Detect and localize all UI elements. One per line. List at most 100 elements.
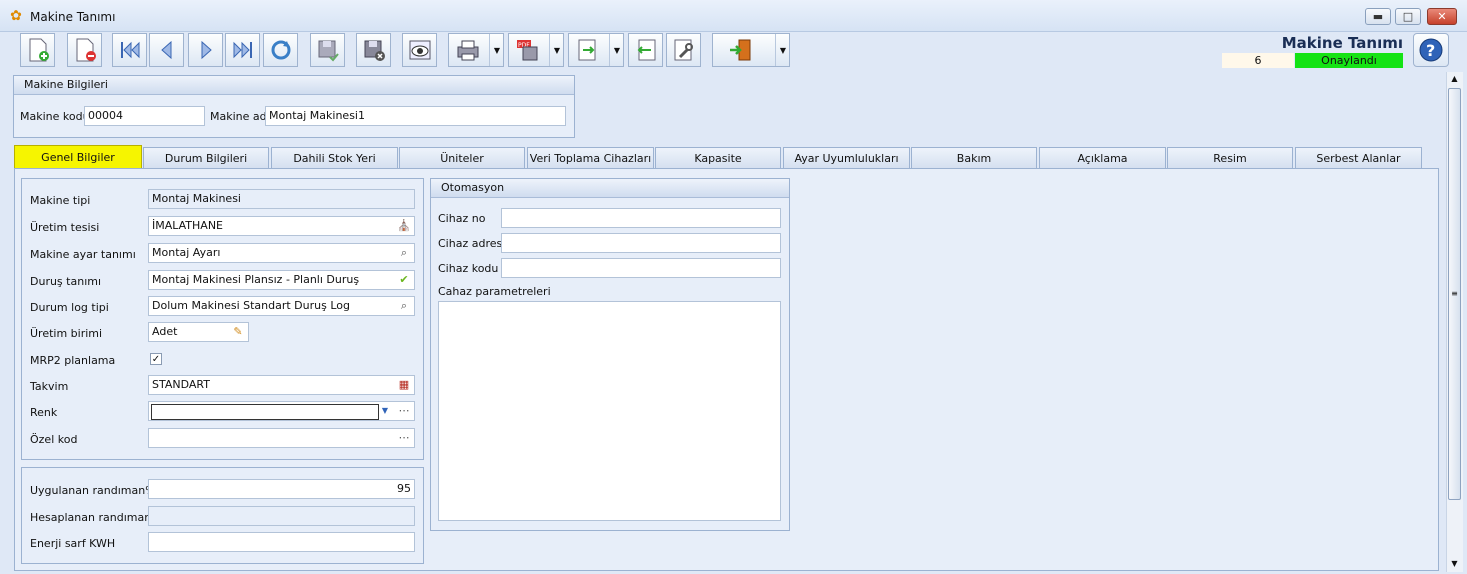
export-icon xyxy=(578,39,596,61)
cancel-changes-button[interactable] xyxy=(356,33,391,67)
check-icon[interactable]: ✔ xyxy=(397,273,411,287)
status-badge: Onaylandı xyxy=(1295,53,1403,68)
chevron-down-icon[interactable]: ▼ xyxy=(489,34,504,66)
device-address-field[interactable] xyxy=(501,233,781,253)
wrench-icon xyxy=(674,39,693,61)
tab-durum-bilgileri[interactable]: Durum Bilgileri xyxy=(143,147,269,168)
minimize-button[interactable]: ▬ xyxy=(1365,8,1391,25)
status-log-type-field[interactable]: Dolum Makinesi Standart Duruş Log ⌕ xyxy=(148,296,415,316)
energy-consumption-field[interactable] xyxy=(148,532,415,552)
color-field[interactable]: ▼ ⋯ xyxy=(148,401,415,421)
first-record-button[interactable] xyxy=(112,33,147,67)
exit-button[interactable]: ▼ xyxy=(712,33,790,67)
printer-icon xyxy=(457,40,479,61)
lookup-icon[interactable]: ⌕ xyxy=(397,299,411,313)
tab-uniteler[interactable]: Üniteler xyxy=(399,147,525,168)
machine-name-field[interactable]: Montaj Makinesi1 xyxy=(265,106,566,126)
factory-icon[interactable]: ⛪ xyxy=(397,219,411,233)
device-code-field[interactable] xyxy=(501,258,781,278)
import-icon xyxy=(637,39,655,61)
special-code-field[interactable]: ⋯ xyxy=(148,428,415,448)
automation-title: Otomasyon xyxy=(431,179,789,198)
device-params-textarea[interactable] xyxy=(438,301,781,521)
tab-aciklama[interactable]: Açıklama xyxy=(1039,147,1166,168)
pdf-icon: PDF xyxy=(517,40,538,61)
exit-door-icon xyxy=(730,39,751,61)
chevron-down-icon[interactable]: ▼ xyxy=(378,404,392,418)
status-log-type-label: Durum log tipi xyxy=(30,301,109,314)
close-button[interactable]: ✕ xyxy=(1427,8,1457,25)
preview-eye-icon xyxy=(409,40,430,60)
lookup-icon[interactable]: ⌕ xyxy=(397,246,411,260)
chevron-down-icon[interactable]: ▼ xyxy=(609,34,624,66)
color-label: Renk xyxy=(30,406,58,419)
applied-efficiency-label: Uygulanan randıman% xyxy=(30,484,156,497)
downtime-def-field[interactable]: Montaj Makinesi Plansız - Planlı Duruş ✔ xyxy=(148,270,415,290)
ellipsis-icon[interactable]: ⋯ xyxy=(397,404,411,418)
downtime-def-value: Montaj Makinesi Plansız - Planlı Duruş xyxy=(152,273,360,286)
ruler-icon[interactable]: ✎ xyxy=(231,325,245,339)
help-button[interactable]: ? xyxy=(1413,33,1449,67)
device-no-field[interactable] xyxy=(501,208,781,228)
tab-serbest-alanlar[interactable]: Serbest Alanlar xyxy=(1295,147,1422,168)
previous-record-button[interactable] xyxy=(149,33,184,67)
save-button[interactable] xyxy=(310,33,345,67)
machine-setup-field[interactable]: Montaj Ayarı ⌕ xyxy=(148,243,415,263)
calculated-efficiency-label: Hesaplanan randıman% xyxy=(30,511,162,524)
production-facility-label: Üretim tesisi xyxy=(30,221,100,234)
tab-bakim[interactable]: Bakım xyxy=(911,147,1037,168)
machine-code-field[interactable]: 00004 xyxy=(84,106,205,126)
next-record-button[interactable] xyxy=(188,33,223,67)
title-bar xyxy=(0,0,1467,32)
tab-genel-bilgiler[interactable]: Genel Bilgiler xyxy=(14,145,142,169)
import-button[interactable] xyxy=(628,33,663,67)
save-disk-icon xyxy=(318,40,339,62)
device-no-label: Cihaz no xyxy=(438,212,486,225)
first-icon xyxy=(120,41,139,59)
production-unit-field[interactable]: Adet ✎ xyxy=(148,322,249,342)
tools-button[interactable] xyxy=(666,33,701,67)
production-unit-value: Adet xyxy=(152,325,178,338)
chevron-down-icon[interactable]: ▼ xyxy=(549,34,564,66)
calendar-label: Takvim xyxy=(30,380,69,393)
production-facility-value: İMALATHANE xyxy=(152,219,224,232)
scroll-up-icon[interactable]: ▲ xyxy=(1448,73,1461,85)
calendar-field[interactable]: STANDART ▦ xyxy=(148,375,415,395)
tab-resim[interactable]: Resim xyxy=(1167,147,1293,168)
color-swatch xyxy=(151,404,379,420)
refresh-button[interactable] xyxy=(263,33,298,67)
print-button[interactable]: ▼ xyxy=(448,33,504,67)
preview-button[interactable] xyxy=(402,33,437,67)
applied-efficiency-field[interactable]: 95 xyxy=(148,479,415,499)
export-button[interactable]: ▼ xyxy=(568,33,624,67)
tab-ayar-uyumluluklari[interactable]: Ayar Uyumlulukları xyxy=(783,147,910,168)
tab-kapasite[interactable]: Kapasite xyxy=(655,147,781,168)
scroll-down-icon[interactable]: ▼ xyxy=(1448,558,1461,570)
chevron-down-icon[interactable]: ▼ xyxy=(775,34,790,66)
butterfly-app-icon: ✿ xyxy=(10,8,22,24)
tab-veri-toplama[interactable]: Veri Toplama Cihazları xyxy=(527,147,654,168)
maximize-button[interactable]: □ xyxy=(1395,8,1421,25)
mrp2-planning-label: MRP2 planlama xyxy=(30,354,116,367)
calendar-icon[interactable]: ▦ xyxy=(397,378,411,392)
downtime-def-label: Duruş tanımı xyxy=(30,275,102,288)
window-title: Makine Tanımı xyxy=(30,10,116,24)
production-facility-field[interactable]: İMALATHANE ⛪ xyxy=(148,216,415,236)
new-record-button[interactable] xyxy=(20,33,55,67)
delete-record-button[interactable] xyxy=(67,33,102,67)
machine-setup-value: Montaj Ayarı xyxy=(152,246,221,259)
last-record-button[interactable] xyxy=(225,33,260,67)
mrp2-planning-checkbox[interactable]: ✓ xyxy=(150,353,162,365)
refresh-icon xyxy=(271,40,290,60)
pdf-export-button[interactable]: PDF ▼ xyxy=(508,33,564,67)
ellipsis-icon[interactable]: ⋯ xyxy=(397,431,411,445)
form-title: Makine Tanımı xyxy=(1281,34,1403,52)
machine-name-label: Makine adı xyxy=(210,110,270,123)
new-document-icon xyxy=(29,38,49,62)
machine-type-label: Makine tipi xyxy=(30,194,91,207)
tab-dahili-stok-yeri[interactable]: Dahili Stok Yeri xyxy=(271,147,398,168)
device-code-label: Cihaz kodu xyxy=(438,262,499,275)
help-question-icon: ? xyxy=(1419,38,1443,62)
energy-consumption-label: Enerji sarf KWH xyxy=(30,537,116,550)
calendar-value: STANDART xyxy=(152,378,210,391)
